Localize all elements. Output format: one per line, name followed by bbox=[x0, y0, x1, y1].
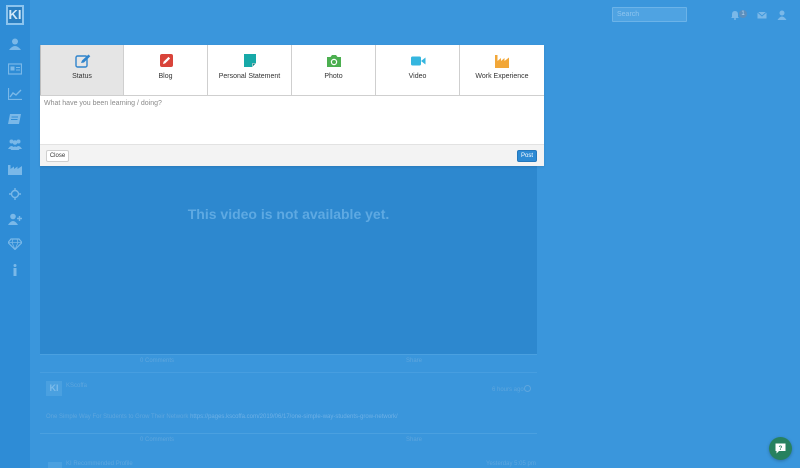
tab-label: Blog bbox=[158, 73, 173, 80]
post-author[interactable]: KScoffa bbox=[66, 383, 87, 389]
search-input[interactable]: Search bbox=[612, 7, 687, 22]
feed-post: KI KScoffa 6 hours ago One Simple Way Fo… bbox=[40, 372, 537, 429]
next-post-time: Yesterday 5:05 pm bbox=[486, 461, 536, 467]
tab-status[interactable]: Status bbox=[40, 45, 124, 95]
composer-tabs: Status Blog Personal Statement Photo Vid… bbox=[40, 45, 544, 96]
tab-photo[interactable]: Photo bbox=[292, 45, 376, 95]
comments-link[interactable]: 0 Comments bbox=[140, 358, 174, 364]
post-time: 6 hours ago bbox=[492, 387, 524, 393]
chat-button[interactable]: ? bbox=[769, 437, 792, 460]
post-actions: 0 Comments Share bbox=[40, 354, 537, 366]
status-input[interactable] bbox=[40, 96, 544, 144]
book-icon[interactable] bbox=[8, 113, 22, 125]
crosshair-icon[interactable] bbox=[8, 188, 22, 200]
tab-personal-statement[interactable]: Personal Statement bbox=[208, 45, 292, 95]
tab-label: Video bbox=[408, 73, 427, 80]
chat-question-icon: ? bbox=[775, 443, 786, 454]
comments-link-2[interactable]: 0 Comments bbox=[140, 437, 174, 443]
sticky-note-icon bbox=[242, 54, 258, 68]
tab-label: Work Experience bbox=[475, 73, 529, 80]
svg-text:?: ? bbox=[779, 446, 783, 452]
chart-line-icon[interactable] bbox=[8, 88, 22, 100]
pencil-square-icon bbox=[75, 54, 91, 68]
industry-icon[interactable] bbox=[8, 163, 22, 175]
share-link[interactable]: Share bbox=[406, 358, 422, 364]
video-unavailable-message: This video is not available yet. bbox=[187, 206, 390, 222]
post-actions-2: 0 Comments Share bbox=[40, 433, 537, 445]
next-feed-post: KI Recommended Profile Yesterday 5:05 pm bbox=[40, 458, 537, 468]
sidebar: KI bbox=[0, 0, 30, 468]
composer-footer: Close Post bbox=[40, 144, 544, 166]
envelope-icon[interactable] bbox=[757, 10, 767, 20]
tab-work-experience[interactable]: Work Experience bbox=[460, 45, 544, 95]
post-link[interactable]: https://pages.kscoffa.com/2019/06/17/one… bbox=[190, 414, 398, 420]
app-logo[interactable]: KI bbox=[6, 5, 24, 25]
user-icon[interactable] bbox=[8, 38, 22, 50]
share-link-2[interactable]: Share bbox=[406, 437, 422, 443]
notification-count-badge: 1 bbox=[739, 10, 747, 18]
avatar[interactable]: KI bbox=[46, 381, 62, 396]
industry-icon bbox=[494, 54, 510, 68]
tab-label: Status bbox=[72, 73, 92, 80]
video-placeholder: This video is not available yet. bbox=[40, 166, 537, 354]
group-icon[interactable] bbox=[8, 138, 22, 150]
tab-blog[interactable]: Blog bbox=[124, 45, 208, 95]
post-button[interactable]: Post bbox=[517, 150, 537, 162]
video-camera-icon bbox=[410, 54, 426, 68]
post-body: One Simple Way For Students to Grow Thei… bbox=[46, 414, 189, 420]
user-menu-icon[interactable] bbox=[777, 10, 787, 20]
id-card-icon[interactable] bbox=[8, 63, 22, 75]
post-text: One Simple Way For Students to Grow Thei… bbox=[46, 414, 398, 420]
next-avatar bbox=[48, 462, 62, 468]
pencil-icon bbox=[158, 54, 174, 68]
tab-video[interactable]: Video bbox=[376, 45, 460, 95]
tab-label: Photo bbox=[324, 73, 343, 80]
globe-icon bbox=[524, 385, 531, 392]
tab-label: Personal Statement bbox=[218, 73, 281, 80]
post-composer: Status Blog Personal Statement Photo Vid… bbox=[40, 45, 544, 166]
add-user-icon[interactable] bbox=[8, 213, 22, 225]
close-button[interactable]: Close bbox=[46, 150, 69, 162]
diamond-icon[interactable] bbox=[8, 238, 22, 250]
info-icon[interactable] bbox=[8, 264, 22, 276]
camera-icon bbox=[326, 54, 342, 68]
next-post-author[interactable]: KI Recommended Profile bbox=[66, 461, 133, 467]
